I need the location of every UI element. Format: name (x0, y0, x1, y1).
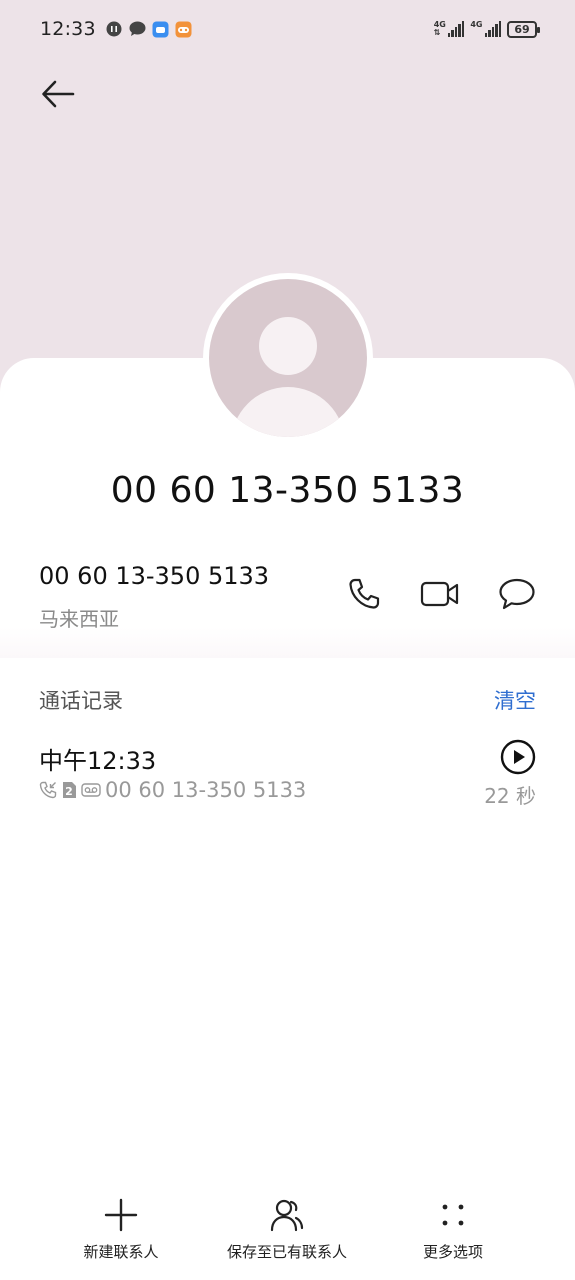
battery-level: 69 (514, 22, 530, 36)
arrow-left-icon (42, 80, 75, 108)
avatar-placeholder-icon (209, 279, 367, 437)
message-button[interactable] (495, 572, 539, 616)
more-dots-icon (433, 1195, 473, 1235)
play-icon (500, 739, 536, 775)
battery-icon: 69 (507, 20, 540, 38)
video-call-icon (420, 581, 459, 607)
sim1-data-arrows-icon: ⇅ (433, 28, 441, 37)
save-to-existing-button[interactable]: 保存至已有联系人 (212, 1195, 362, 1262)
incoming-call-icon (39, 781, 57, 799)
person-add-icon (267, 1195, 307, 1235)
contact-title-number: 00 60 13-350 5133 (110, 470, 465, 511)
voicemail-icon (81, 783, 101, 797)
media-icon (106, 21, 123, 38)
new-contact-button[interactable]: 新建联系人 (70, 1195, 172, 1262)
call-log-time: 中午12:33 (39, 747, 157, 775)
call-log-duration: 22 秒 (484, 784, 536, 808)
avatar (203, 273, 373, 443)
phone-icon (349, 578, 380, 609)
phone-number: 00 60 13-350 5133 (39, 562, 270, 590)
call-log-title: 通话记录 (39, 689, 123, 713)
status-bar: 12:33 4G ⇅ 4G 69 (0, 0, 575, 58)
phone-region: 马来西亚 (39, 607, 119, 631)
clear-call-log-button[interactable]: 清空 (494, 685, 536, 715)
sim2-signal: 4G (470, 21, 501, 37)
app-blue-icon (152, 21, 169, 38)
game-orange-icon (175, 21, 192, 38)
plus-icon (101, 1195, 141, 1235)
number-row[interactable]: 00 60 13-350 5133 马来西亚 (0, 548, 575, 658)
call-log-number: 00 60 13-350 5133 (105, 778, 307, 802)
call-log-detail: 2 00 60 13-350 5133 (39, 778, 306, 802)
more-options-button[interactable]: 更多选项 (403, 1195, 503, 1262)
signal-bars-icon (447, 21, 465, 37)
sim2-network-label: 4G (470, 20, 483, 29)
sim-number: 2 (65, 785, 73, 798)
more-options-label: 更多选项 (422, 1243, 483, 1261)
message-icon (499, 578, 535, 610)
sim1-signal: 4G ⇅ (434, 21, 465, 37)
play-recording-button[interactable] (499, 738, 537, 776)
video-call-button[interactable] (418, 572, 462, 616)
save-to-existing-label: 保存至已有联系人 (226, 1243, 347, 1261)
signal-bars-icon (484, 21, 501, 37)
call-button[interactable] (342, 572, 386, 616)
bottom-action-bar: 新建联系人 保存至已有联系人 更多选项 (0, 1195, 575, 1280)
message-bubble-icon (129, 21, 146, 38)
status-right: 4G ⇅ 4G 69 (434, 20, 540, 38)
status-time: 12:33 (40, 18, 96, 40)
back-button[interactable] (36, 74, 80, 114)
sim-card-icon: 2 (63, 782, 76, 798)
new-contact-label: 新建联系人 (83, 1243, 159, 1261)
status-left: 12:33 (40, 18, 192, 40)
